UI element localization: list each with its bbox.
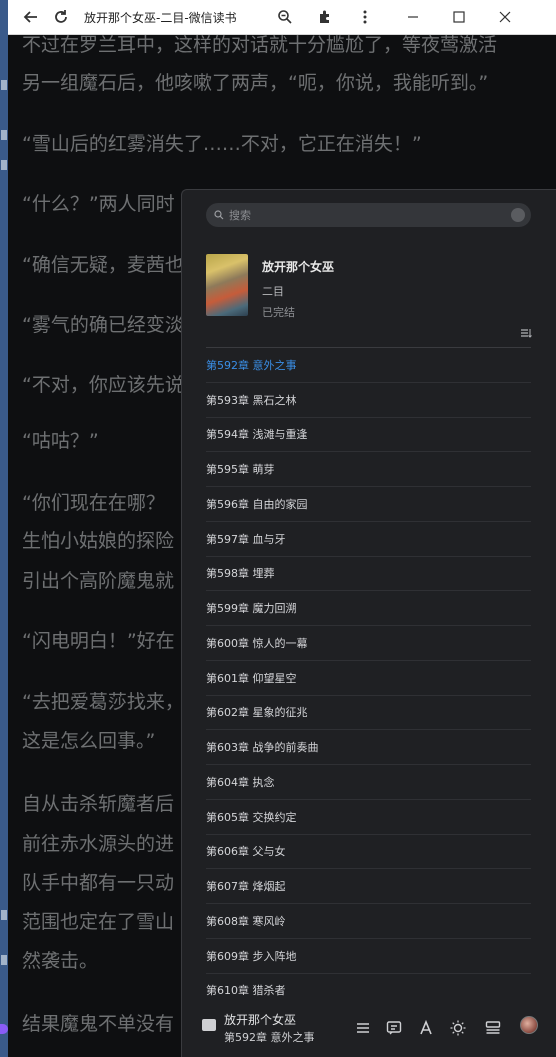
back-arrow-icon xyxy=(23,11,37,23)
sort-icon[interactable] xyxy=(520,327,532,339)
search-icon xyxy=(214,210,224,220)
puzzle-icon xyxy=(320,10,329,23)
kebab-icon xyxy=(363,10,367,24)
maximize-button[interactable] xyxy=(444,2,474,32)
browser-titlebar: 放开那个女巫-二目-微信读书 xyxy=(8,0,556,35)
chapter-item[interactable]: 第593章 黑石之林 xyxy=(206,383,531,418)
desktop-glyph xyxy=(1,80,7,90)
text-line: 不过在罗兰耳中，这样的对话就十分尴尬了，等夜莺激活 xyxy=(22,35,498,56)
desktop-glyph xyxy=(1,130,7,140)
book-icon[interactable] xyxy=(202,1019,216,1031)
minimize-button[interactable] xyxy=(398,2,428,32)
zoom-icon xyxy=(278,10,292,24)
chapter-item[interactable]: 第609章 步入阵地 xyxy=(206,939,531,974)
chapter-item[interactable]: 第601章 仰望星空 xyxy=(206,661,531,696)
chapter-item[interactable]: 第596章 自由的家园 xyxy=(206,487,531,522)
maximize-icon xyxy=(453,11,465,23)
book-cover[interactable] xyxy=(206,254,248,316)
chapter-item[interactable]: 第594章 浅滩与重逢 xyxy=(206,418,531,453)
chapter-item[interactable]: 第607章 烽烟起 xyxy=(206,869,531,904)
back-button[interactable] xyxy=(16,2,46,32)
brightness-icon[interactable] xyxy=(449,1019,467,1037)
reload-icon xyxy=(55,10,67,23)
desktop-glyph xyxy=(1,160,7,170)
chapter-item[interactable]: 第598章 埋葬 xyxy=(206,557,531,592)
chapter-item[interactable]: 第610章 猎杀者 xyxy=(206,974,531,1009)
search-input[interactable]: 搜索 xyxy=(206,203,531,227)
chapter-item[interactable]: 第602章 星象的征兆 xyxy=(206,696,531,731)
close-icon xyxy=(499,11,511,23)
chapter-item[interactable]: 第597章 血与牙 xyxy=(206,522,531,557)
chapter-item[interactable]: 第606章 父与女 xyxy=(206,835,531,870)
minimize-icon xyxy=(408,16,418,18)
user-avatar[interactable] xyxy=(520,1016,538,1034)
chapter-item[interactable]: 第603章 战争的前奏曲 xyxy=(206,730,531,765)
desktop-glyph xyxy=(1,910,7,920)
font-icon[interactable] xyxy=(417,1019,435,1037)
chapter-list: 第592章 意外之事 第593章 黑石之林 第594章 浅滩与重逢 第595章 萌芽第… xyxy=(206,347,531,1009)
text-line: “雪山后的红雾消失了……不对，它正在消失！” xyxy=(22,133,422,155)
reload-button[interactable] xyxy=(46,2,76,32)
desktop-dock-indicator xyxy=(0,1024,8,1034)
window-title: 放开那个女巫-二目-微信读书 xyxy=(84,10,237,25)
chapter-item[interactable]: 第605章 交换约定 xyxy=(206,800,531,835)
book-title[interactable]: 放开那个女巫 xyxy=(262,258,334,275)
chapter-item[interactable]: 第599章 魔力回溯 xyxy=(206,591,531,626)
book-status: 已完结 xyxy=(262,306,295,319)
bottom-book-name[interactable]: 放开那个女巫 xyxy=(224,1011,296,1028)
close-button[interactable] xyxy=(490,2,520,32)
chapter-item[interactable]: 第592章 意外之事 xyxy=(206,348,531,383)
chapter-item[interactable]: 第608章 寒风岭 xyxy=(206,904,531,939)
zoom-button[interactable] xyxy=(270,2,300,32)
bottom-toolbar: 放开那个女巫 第592章 意外之事 xyxy=(182,1007,556,1057)
desktop-edge xyxy=(0,0,8,1057)
enter-icon[interactable] xyxy=(511,208,525,222)
toc-panel: 搜索 放开那个女巫 二目 已完结 第592章 意外之事 第593章 黑石之林 第59… xyxy=(181,189,556,1057)
extensions-button[interactable] xyxy=(310,2,340,32)
text-line: 另一组魔石后，他咳嗽了两声，“呃，你说，我能听到。” xyxy=(22,72,489,94)
more-menu-button[interactable] xyxy=(350,2,380,32)
menu-icon[interactable] xyxy=(354,1019,372,1037)
layout-icon[interactable] xyxy=(484,1019,502,1037)
desktop-glyph xyxy=(1,955,7,965)
comment-icon[interactable] xyxy=(385,1019,403,1037)
book-author[interactable]: 二目 xyxy=(262,283,284,299)
bottom-current-chapter[interactable]: 第592章 意外之事 xyxy=(224,1029,315,1045)
chapter-item[interactable]: 第595章 萌芽 xyxy=(206,452,531,487)
chapter-item[interactable]: 第604章 执念 xyxy=(206,765,531,800)
search-placeholder: 搜索 xyxy=(229,209,251,222)
chapter-item[interactable]: 第600章 惊人的一幕 xyxy=(206,626,531,661)
